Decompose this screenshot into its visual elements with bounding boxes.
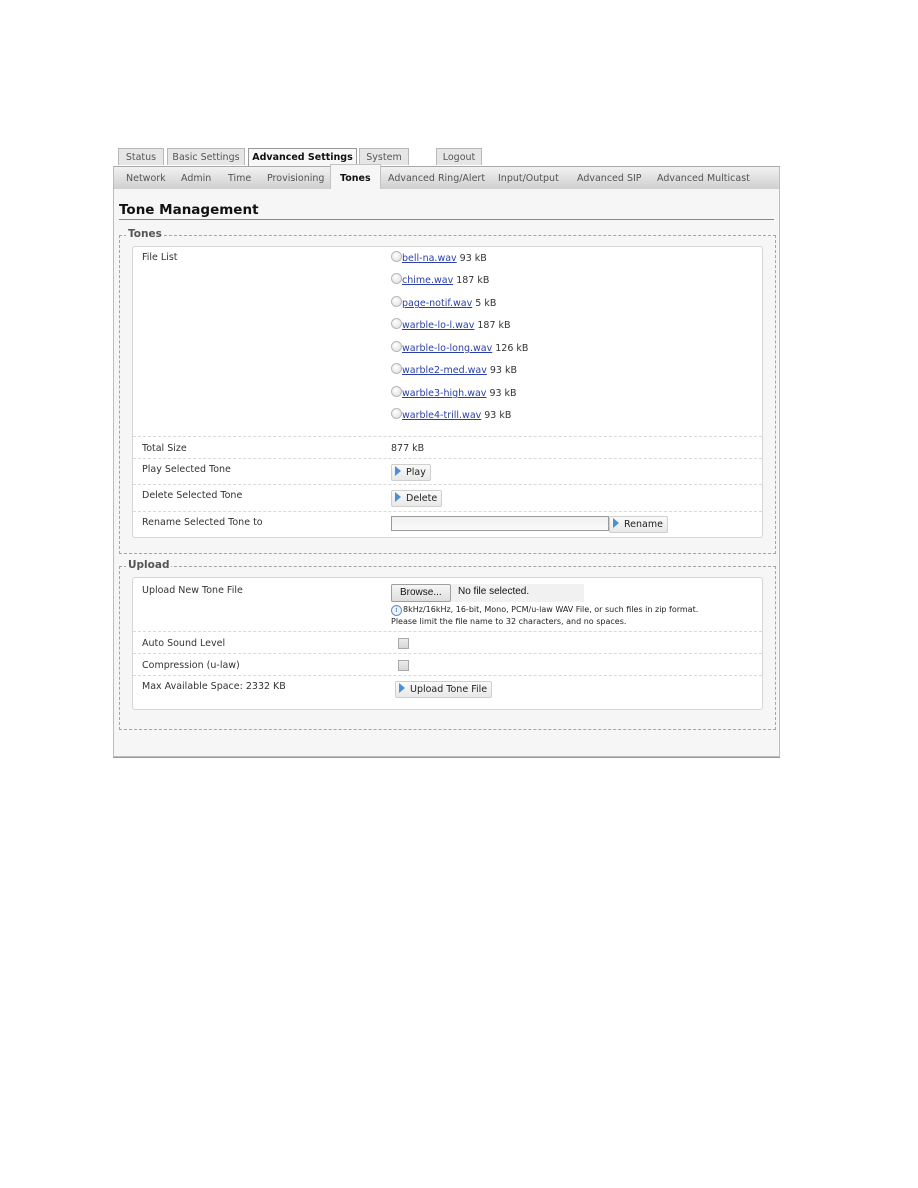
file-link[interactable]: warble2-med.wav	[402, 365, 487, 376]
file-item: chime.wav 187 kB	[391, 273, 489, 286]
file-radio[interactable]	[391, 251, 402, 262]
upload-file-row: Upload New Tone File Browse... No file s…	[133, 578, 762, 632]
auto-sound-checkbox[interactable]	[398, 638, 409, 649]
filename-hint: Please limit the file name to 32 charact…	[391, 617, 627, 626]
play-button[interactable]: Play	[391, 464, 431, 481]
sub-tab-bar: Network Admin Time Provisioning Tones Ad…	[113, 164, 780, 189]
file-list-row: File List bell-na.wav 93 kB chime.wav 187 …	[133, 247, 762, 437]
play-row: Play Selected Tone Play	[133, 459, 762, 485]
upload-action-row: Max Available Space: 2332 KB Upload Tone…	[133, 676, 762, 709]
browse-button[interactable]: Browse...	[391, 584, 451, 602]
upload-legend: Upload	[126, 559, 172, 571]
subtab-provisioning[interactable]: Provisioning	[267, 167, 324, 189]
total-size-row: Total Size 877 kB	[133, 437, 762, 459]
file-radio[interactable]	[391, 363, 402, 374]
play-arrow-icon	[395, 492, 401, 502]
file-size: 126 kB	[495, 343, 529, 354]
file-link[interactable]: chime.wav	[402, 275, 453, 286]
auto-sound-label: Auto Sound Level	[142, 638, 226, 649]
subtab-time[interactable]: Time	[228, 167, 251, 189]
file-size: 93 kB	[489, 388, 517, 399]
file-radio[interactable]	[391, 318, 402, 329]
file-item: warble3-high.wav 93 kB	[391, 386, 517, 399]
tones-panel: File List bell-na.wav 93 kB chime.wav 187 …	[132, 246, 763, 538]
max-space-label: Max Available Space: 2332 KB	[142, 681, 286, 692]
page-title: Tone Management	[119, 202, 259, 218]
delete-button[interactable]: Delete	[391, 490, 443, 507]
tones-legend: Tones	[126, 228, 164, 240]
play-arrow-icon	[399, 683, 405, 693]
rename-button-label: Rename	[624, 519, 663, 530]
file-item: warble-lo-long.wav 126 kB	[391, 341, 528, 354]
play-arrow-icon	[395, 466, 401, 476]
format-hint-text: 8kHz/16kHz, 16-bit, Mono, PCM/u-law WAV …	[403, 605, 699, 614]
upload-group: Upload Upload New Tone File Browse... No…	[119, 559, 776, 730]
file-link[interactable]: warble3-high.wav	[402, 388, 486, 399]
file-list: bell-na.wav 93 kB chime.wav 187 kB page-no…	[391, 251, 651, 431]
content-area: Tone Management Tones File List bell-na.…	[113, 189, 780, 757]
delete-label: Delete Selected Tone	[142, 490, 243, 501]
upload-button-label: Upload Tone File	[410, 684, 488, 695]
file-radio[interactable]	[391, 408, 402, 419]
file-size: 5 kB	[475, 298, 497, 309]
play-arrow-icon	[613, 518, 619, 528]
subtab-tones[interactable]: Tones	[330, 164, 381, 189]
tab-system[interactable]: System	[359, 148, 409, 165]
subtab-input-output[interactable]: Input/Output	[498, 167, 559, 189]
file-item: warble4-trill.wav 93 kB	[391, 408, 511, 421]
subtab-advanced-sip[interactable]: Advanced SIP	[577, 167, 642, 189]
file-item: warble2-med.wav 93 kB	[391, 363, 517, 376]
subtab-advanced-multicast[interactable]: Advanced Multicast	[657, 167, 750, 189]
subtab-admin[interactable]: Admin	[181, 167, 211, 189]
auto-sound-row: Auto Sound Level	[133, 632, 762, 654]
file-size: 187 kB	[456, 275, 490, 286]
subtab-advanced-ring-alert[interactable]: Advanced Ring/Alert	[388, 167, 485, 189]
file-radio[interactable]	[391, 296, 402, 307]
file-link[interactable]: warble4-trill.wav	[402, 410, 481, 421]
file-link[interactable]: bell-na.wav	[402, 253, 457, 264]
file-link[interactable]: page-notif.wav	[402, 298, 472, 309]
info-icon: i	[391, 605, 402, 616]
file-link[interactable]: warble-lo-long.wav	[402, 343, 492, 354]
file-size: 93 kB	[489, 365, 517, 376]
file-radio[interactable]	[391, 341, 402, 352]
delete-button-label: Delete	[406, 493, 438, 504]
compression-label: Compression (u-law)	[142, 660, 240, 671]
tab-status[interactable]: Status	[118, 148, 164, 165]
file-radio[interactable]	[391, 273, 402, 284]
rename-row: Rename Selected Tone to Rename	[133, 512, 762, 537]
delete-row: Delete Selected Tone Delete	[133, 485, 762, 512]
rename-label: Rename Selected Tone to	[142, 517, 263, 528]
file-item: page-notif.wav 5 kB	[391, 296, 496, 309]
file-size: 93 kB	[484, 410, 512, 421]
compression-row: Compression (u-law)	[133, 654, 762, 676]
file-item: warble-lo-l.wav 187 kB	[391, 318, 511, 331]
tab-logout[interactable]: Logout	[436, 148, 482, 165]
file-link[interactable]: warble-lo-l.wav	[402, 320, 474, 331]
file-size: 187 kB	[477, 320, 511, 331]
total-size-label: Total Size	[142, 443, 187, 454]
file-item: bell-na.wav 93 kB	[391, 251, 487, 264]
play-label: Play Selected Tone	[142, 464, 231, 475]
web-ui-frame: Status Basic Settings Advanced Settings …	[113, 148, 780, 757]
upload-file-label: Upload New Tone File	[142, 585, 243, 596]
upload-panel: Upload New Tone File Browse... No file s…	[132, 577, 763, 710]
rename-input[interactable]	[391, 516, 609, 531]
total-size-value: 877 kB	[391, 443, 425, 454]
title-divider	[119, 219, 774, 220]
tab-basic-settings[interactable]: Basic Settings	[167, 148, 245, 165]
rename-button[interactable]: Rename	[609, 516, 668, 533]
file-list-label: File List	[142, 252, 178, 263]
tones-group: Tones File List bell-na.wav 93 kB chime.w…	[119, 228, 776, 554]
subtab-network[interactable]: Network	[126, 167, 166, 189]
compression-checkbox[interactable]	[398, 660, 409, 671]
file-picker: Browse... No file selected.	[391, 584, 584, 602]
file-radio[interactable]	[391, 386, 402, 397]
play-button-label: Play	[406, 467, 426, 478]
no-file-text: No file selected.	[458, 586, 530, 597]
top-tab-bar: Status Basic Settings Advanced Settings …	[113, 148, 780, 167]
file-size: 93 kB	[459, 253, 487, 264]
upload-tone-file-button[interactable]: Upload Tone File	[395, 681, 493, 698]
format-hint: i 8kHz/16kHz, 16-bit, Mono, PCM/u-law WAV…	[391, 605, 698, 616]
